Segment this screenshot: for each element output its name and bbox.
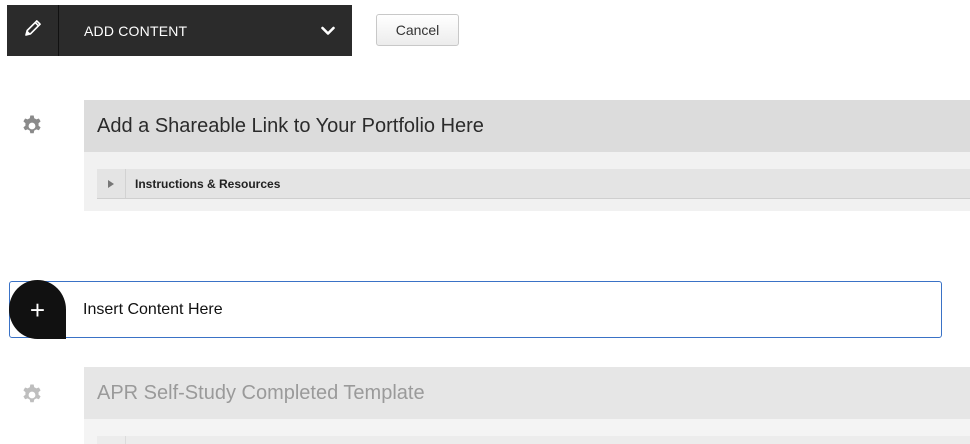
chevron-down-icon: [321, 26, 335, 36]
plus-icon[interactable]: +: [9, 280, 66, 339]
instructions-resources-label: Instructions & Resources: [135, 176, 281, 191]
cancel-button[interactable]: Cancel: [376, 14, 459, 46]
instructions-resources-toggle[interactable]: Instructions & Resources: [97, 169, 970, 199]
content-toolbar: ADD CONTENT: [7, 5, 352, 56]
pencil-icon: [22, 17, 44, 44]
content-item: Add a Shareable Link to Your Portfolio H…: [84, 100, 970, 211]
add-content-dropdown[interactable]: ADD CONTENT: [59, 5, 352, 56]
content-item-title[interactable]: Add a Shareable Link to Your Portfolio H…: [84, 100, 970, 152]
content-item-dimmed: APR Self-Study Completed Template: [84, 367, 970, 444]
caret-right-icon: [97, 436, 126, 444]
insert-content-bar[interactable]: + Insert Content Here: [9, 280, 942, 339]
gear-icon[interactable]: [20, 383, 44, 407]
caret-right-icon: [97, 169, 126, 198]
insert-content-label: Insert Content Here: [83, 300, 223, 318]
edit-mode-button[interactable]: [7, 5, 59, 56]
add-content-label: ADD CONTENT: [84, 22, 188, 39]
content-editor: ADD CONTENT Cancel Add a Shareable Link …: [0, 0, 970, 444]
gear-icon[interactable]: [20, 114, 44, 138]
content-item-title[interactable]: APR Self-Study Completed Template: [84, 367, 970, 419]
content-item-sub-row: [97, 436, 970, 444]
